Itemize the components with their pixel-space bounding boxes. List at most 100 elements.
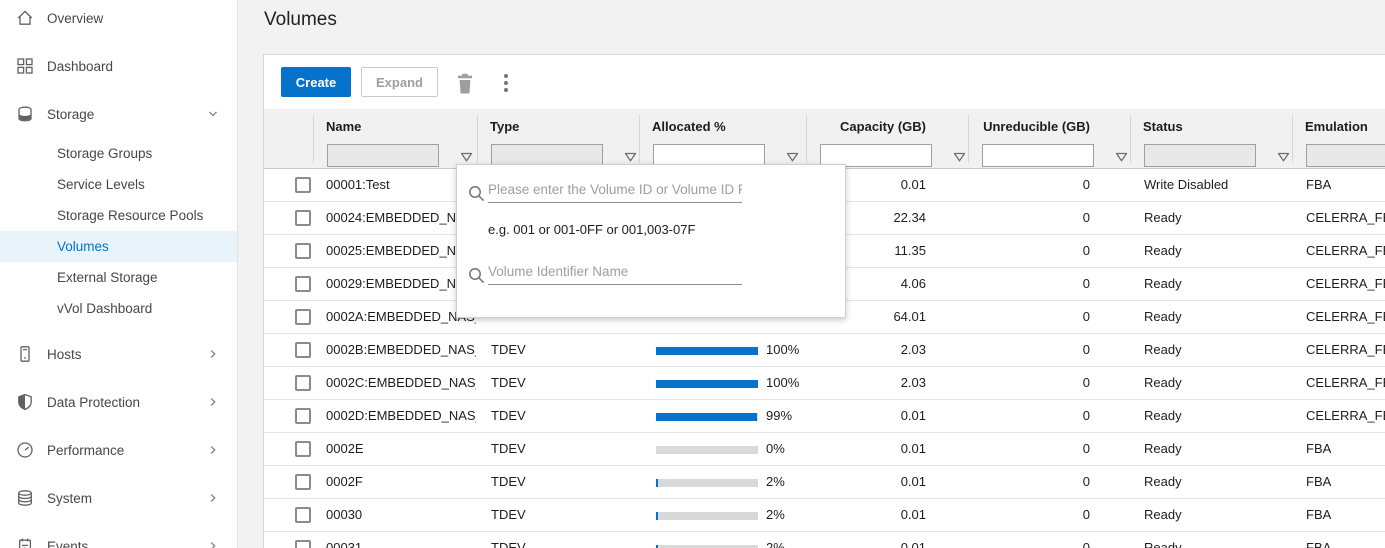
capacity-cell: 0.01 — [900, 540, 926, 548]
column-header-allocated[interactable]: Allocated % — [652, 109, 726, 143]
type-cell: TDEV — [491, 540, 526, 548]
filter-funnel-icon[interactable] — [1115, 150, 1128, 162]
allocated-label: 0% — [766, 441, 785, 456]
column-header-capacity[interactable]: Capacity (GB) — [806, 109, 968, 143]
database-icon — [15, 488, 35, 508]
row-checkbox[interactable] — [295, 177, 311, 193]
row-checkbox[interactable] — [295, 276, 311, 292]
table-row[interactable]: 0002E TDEV 0% 0.01 0 Ready FBA — [264, 433, 1385, 466]
status-cell: Ready — [1144, 342, 1182, 357]
column-header-type[interactable]: Type — [490, 109, 519, 143]
name-cell: 0002B:EMBEDDED_NAS_... — [326, 342, 476, 357]
filter-input-name[interactable] — [327, 144, 439, 167]
row-checkbox[interactable] — [295, 309, 311, 325]
row-checkbox[interactable] — [295, 342, 311, 358]
row-checkbox[interactable] — [295, 441, 311, 457]
sidebar-item-hosts[interactable]: Hosts — [0, 330, 237, 378]
capacity-cell: 0.01 — [900, 507, 926, 522]
type-cell: TDEV — [491, 342, 526, 357]
sidebar-item-vvol-dashboard[interactable]: vVol Dashboard — [0, 293, 237, 324]
column-separator — [477, 115, 478, 163]
row-checkbox[interactable] — [295, 507, 311, 523]
table-row[interactable]: 00030 TDEV 2% 0.01 0 Ready FBA — [264, 499, 1385, 532]
gauge-icon — [15, 440, 35, 460]
allocated-label: 2% — [766, 540, 785, 548]
row-checkbox[interactable] — [295, 474, 311, 490]
allocated-bar — [656, 347, 758, 355]
table-row[interactable]: 0002F TDEV 2% 0.01 0 Ready FBA — [264, 466, 1385, 499]
sidebar-item-volumes[interactable]: Volumes — [0, 231, 237, 262]
sidebar-item-label: vVol Dashboard — [57, 301, 153, 316]
filter-funnel-icon[interactable] — [624, 150, 637, 162]
hosts-icon — [15, 344, 35, 364]
sidebar-item-storage-groups[interactable]: Storage Groups — [0, 138, 237, 169]
sidebar-item-label: Service Levels — [57, 177, 145, 192]
volume-id-example-text: e.g. 001 or 001-0FF or 001,003-07F — [488, 222, 696, 237]
table-row[interactable]: 0002D:EMBEDDED_NAS_... TDEV 99% 0.01 0 Ready C… — [264, 400, 1385, 433]
search-icon — [468, 185, 485, 207]
status-cell: Ready — [1144, 276, 1182, 291]
sidebar-item-performance[interactable]: Performance — [0, 426, 237, 474]
filter-funnel-icon[interactable] — [1277, 150, 1290, 162]
name-cell: 00024:EMBEDDED_NAS_... — [326, 210, 476, 225]
row-checkbox[interactable] — [295, 210, 311, 226]
chevron-right-icon — [205, 538, 221, 548]
sidebar-item-label: External Storage — [57, 270, 158, 285]
sidebar-item-events[interactable]: Events — [0, 522, 237, 548]
dashboard-icon — [15, 56, 35, 76]
column-header-status[interactable]: Status — [1143, 109, 1183, 143]
status-cell: Ready — [1144, 210, 1182, 225]
sidebar-item-overview[interactable]: Overview — [0, 0, 237, 42]
allocated-label: 99% — [766, 408, 793, 423]
filter-funnel-icon[interactable] — [460, 150, 473, 162]
table-row[interactable]: 00031 TDEV 2% 0.01 0 Ready FBA — [264, 532, 1385, 548]
chevron-right-icon — [205, 490, 221, 506]
unreducible-cell: 0 — [1082, 309, 1090, 324]
emulation-cell: CELERRA_FBA — [1306, 243, 1385, 258]
status-cell: Ready — [1144, 474, 1182, 489]
table-row[interactable]: 0002C:EMBEDDED_NAS_... TDEV 100% 2.03 0 Ready… — [264, 367, 1385, 400]
filter-input-status[interactable] — [1144, 144, 1256, 167]
filter-input-unreducible[interactable] — [982, 144, 1094, 167]
column-header-emulation[interactable]: Emulation — [1305, 109, 1368, 143]
name-cell: 0002C:EMBEDDED_NAS_... — [326, 375, 476, 390]
emulation-cell: CELERRA_FBA — [1306, 408, 1385, 423]
filter-funnel-icon[interactable] — [786, 150, 799, 162]
delete-button[interactable] — [453, 70, 477, 96]
column-header-name[interactable]: Name — [326, 109, 361, 143]
filter-funnel-icon[interactable] — [953, 150, 966, 162]
sidebar-item-storage[interactable]: Storage — [0, 90, 237, 138]
capacity-cell: 0.01 — [900, 474, 926, 489]
more-actions-button[interactable] — [498, 70, 514, 96]
emulation-cell: FBA — [1306, 441, 1332, 456]
column-separator — [1130, 115, 1131, 163]
capacity-cell: 2.03 — [900, 342, 926, 357]
allocated-bar — [656, 446, 758, 454]
column-header-unreducible[interactable]: Unreducible (GB) — [968, 109, 1130, 143]
create-button[interactable]: Create — [281, 67, 351, 97]
volume-id-input[interactable] — [488, 182, 742, 203]
allocated-label: 2% — [766, 507, 785, 522]
emulation-cell: FBA — [1306, 177, 1332, 192]
row-checkbox[interactable] — [295, 540, 311, 548]
expand-button[interactable]: Expand — [361, 67, 438, 97]
unreducible-cell: 0 — [1082, 474, 1090, 489]
allocated-label: 100% — [766, 342, 800, 357]
filter-input-emulation[interactable] — [1306, 144, 1385, 167]
sidebar-item-service-levels[interactable]: Service Levels — [0, 169, 237, 200]
table-row[interactable]: 0002B:EMBEDDED_NAS_... TDEV 100% 2.03 0 Ready… — [264, 334, 1385, 367]
sidebar-item-external-storage[interactable]: External Storage — [0, 262, 237, 293]
unreducible-cell: 0 — [1082, 540, 1090, 548]
row-checkbox[interactable] — [295, 375, 311, 391]
type-cell: TDEV — [491, 441, 526, 456]
unreducible-cell: 0 — [1082, 210, 1090, 225]
unreducible-cell: 0 — [1082, 507, 1090, 522]
status-cell: Ready — [1144, 375, 1182, 390]
sidebar-item-system[interactable]: System — [0, 474, 237, 522]
row-checkbox[interactable] — [295, 408, 311, 424]
row-checkbox[interactable] — [295, 243, 311, 259]
sidebar-item-dashboard[interactable]: Dashboard — [0, 42, 237, 90]
sidebar-item-storage-resource-pools[interactable]: Storage Resource Pools — [0, 200, 237, 231]
volume-identifier-input[interactable] — [488, 264, 742, 285]
sidebar-item-data-protection[interactable]: Data Protection — [0, 378, 237, 426]
